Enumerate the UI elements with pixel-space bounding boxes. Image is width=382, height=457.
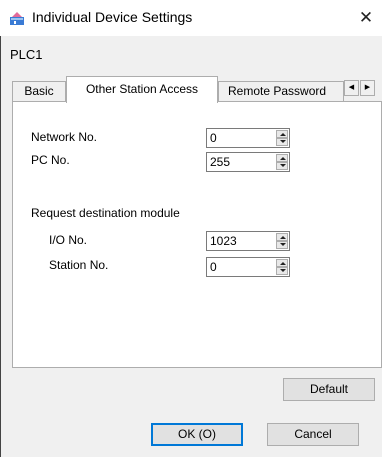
network-no-down-icon[interactable] [276,138,288,146]
station-no-label: Station No. [49,258,109,272]
station-no-up-icon[interactable] [276,259,288,267]
tab-other-station-access[interactable]: Other Station Access [66,76,218,103]
app-device-icon [10,12,24,25]
io-no-stepper[interactable]: 1023 [206,231,290,251]
pc-no-up-icon[interactable] [276,154,288,162]
network-no-label: Network No. [31,130,98,144]
close-icon[interactable]: ✕ [352,4,380,32]
station-no-value[interactable]: 0 [210,260,217,275]
request-destination-module-heading: Request destination module [31,206,180,220]
network-no-up-icon[interactable] [276,130,288,138]
tab-remote-password[interactable]: Remote Password [218,81,344,101]
pc-no-down-icon[interactable] [276,162,288,170]
io-no-up-icon[interactable] [276,233,288,241]
io-no-down-icon[interactable] [276,241,288,249]
io-no-value[interactable]: 1023 [210,234,237,249]
io-no-label: I/O No. [49,233,88,247]
window-left-border [0,36,1,457]
tab-scroll-right-icon[interactable]: ▶ [360,80,375,96]
tab-panel-other-station-access: Network No. 0 PC No. 255 Request destina… [12,101,382,368]
tab-basic[interactable]: Basic [12,81,66,101]
station-no-down-icon[interactable] [276,267,288,275]
network-no-stepper[interactable]: 0 [206,128,290,148]
tab-strip: Basic Other Station Access Remote Passwo… [10,76,382,103]
pc-no-stepper[interactable]: 255 [206,152,290,172]
pc-no-label: PC No. [31,153,70,167]
ok-button[interactable]: OK (O) [151,423,243,446]
tab-scroll-left-icon[interactable]: ◀ [344,80,359,96]
cancel-button[interactable]: Cancel [267,423,359,446]
network-no-value[interactable]: 0 [210,131,217,146]
pc-no-value[interactable]: 255 [210,155,230,170]
station-no-stepper[interactable]: 0 [206,257,290,277]
default-button[interactable]: Default [283,378,375,401]
title-bar: Individual Device Settings ✕ [0,0,382,36]
window-title: Individual Device Settings [32,9,193,25]
device-name-label: PLC1 [10,47,43,62]
